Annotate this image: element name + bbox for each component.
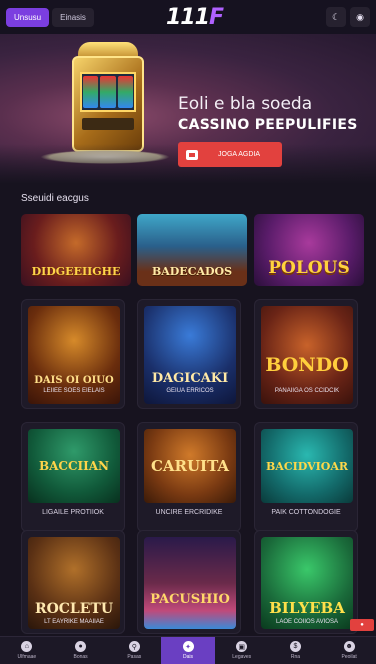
game-card[interactable]: ROCLETU LT EAYRIKE MAAIIAE bbox=[21, 530, 125, 634]
home-icon: ⌂ bbox=[21, 641, 33, 652]
featured-title: BADECADOS bbox=[151, 265, 233, 278]
game-card[interactable]: CARUITA UNCIRE ERCRIDIKE bbox=[137, 422, 241, 532]
game-subtitle: PANAIIGA OS CCIDCIK bbox=[274, 388, 340, 394]
nav-item-search[interactable]: ⚲ Pasas bbox=[107, 637, 161, 664]
game-subtitle: UNCIRE ERCRIDIKE bbox=[155, 509, 223, 516]
coins-illustration bbox=[40, 150, 170, 164]
settings-icon[interactable]: ◉ bbox=[350, 7, 370, 27]
top-icons: ☾ ◉ bbox=[322, 7, 370, 27]
game-subtitle: LEIIEE SOES EIELAIS bbox=[43, 388, 105, 394]
game-title: BACCIIAN bbox=[38, 459, 110, 473]
nav-label: Dais bbox=[183, 654, 194, 660]
logo[interactable]: 111F bbox=[166, 5, 224, 30]
game-subtitle: LIGAILE PROTIIOK bbox=[42, 509, 104, 516]
game-card[interactable]: BACCIIAN LIGAILE PROTIIOK bbox=[21, 422, 125, 532]
game-card[interactable]: DAGICAKI GEIUA ERRICOS bbox=[137, 299, 241, 409]
nav-label: Rna bbox=[290, 654, 301, 660]
game-subtitle: LAOE COIIOS AVIOSA bbox=[276, 619, 338, 625]
featured-tile[interactable]: BADECADOS bbox=[137, 214, 247, 286]
gift-icon: ▣ bbox=[236, 641, 248, 652]
nav-label: Ulfmaae bbox=[17, 654, 37, 660]
game-subtitle: PAIK COTTONDOGIE bbox=[271, 509, 341, 516]
game-title: BONDO bbox=[265, 354, 349, 376]
coin-icon: ● bbox=[75, 641, 87, 652]
live-chat-badge[interactable]: ● bbox=[350, 619, 374, 631]
moon-icon[interactable]: ☾ bbox=[326, 7, 346, 27]
game-title: DAIS OI OIUO bbox=[34, 375, 114, 386]
user-icon: ☻ bbox=[343, 641, 355, 652]
game-card[interactable]: BACIDVIOAR PAIK COTTONDOGIE bbox=[254, 422, 358, 532]
top-bar: Unsusu Einasis 111F ☾ ◉ bbox=[0, 0, 376, 34]
tab-einasis[interactable]: Einasis bbox=[52, 7, 94, 27]
nav-label: Bonas bbox=[73, 654, 88, 660]
section-title: Sseuidi eacgus bbox=[21, 193, 89, 204]
nav-item-promotions[interactable]: ▣ Legaves bbox=[215, 637, 269, 664]
game-title: BILYEBA bbox=[269, 599, 345, 617]
game-card[interactable]: BILYEBA LAOE COIIOS AVIOSA bbox=[254, 530, 358, 634]
nav-item-bonus[interactable]: ● Bonas bbox=[54, 637, 108, 664]
featured-title: DIDGEEIIGHE bbox=[31, 265, 121, 278]
featured-title: POLOUS bbox=[268, 258, 350, 278]
star-icon: ✦ bbox=[182, 641, 194, 652]
slot-machine-illustration bbox=[64, 42, 152, 162]
bottom-nav: ⌂ Ulfmaae ● Bonas ⚲ Pasas ✦ Dais ▣ Legav… bbox=[0, 636, 376, 664]
nav-item-profile[interactable]: ☻ Peoilat bbox=[322, 637, 376, 664]
game-card[interactable]: DAIS OI OIUO LEIIEE SOES EIELAIS bbox=[21, 299, 125, 409]
hero-banner: Eoli e bla soeda CASSINO PEEPULIFIES JOG… bbox=[0, 34, 376, 184]
game-card[interactable]: BONDO PANAIIGA OS CCIDCIK bbox=[254, 299, 358, 409]
hero-cta-button[interactable]: JOGA AGDIA bbox=[178, 142, 282, 167]
game-title: PACUSHIO bbox=[150, 592, 230, 607]
nav-item-home[interactable]: ⌂ Ulfmaae bbox=[0, 637, 54, 664]
game-title: ROCLETU bbox=[34, 601, 114, 617]
nav-label: Peoilat bbox=[341, 654, 357, 660]
hero-subtitle: Eoli e bla soeda bbox=[178, 94, 313, 114]
logo-main: 111 bbox=[166, 5, 210, 30]
game-title: DAGICAKI bbox=[151, 371, 229, 386]
game-card[interactable]: PACUSHIO bbox=[137, 530, 241, 634]
nav-item-games[interactable]: ✦ Dais bbox=[161, 637, 215, 664]
game-title: BACIDVIOAR bbox=[265, 459, 349, 473]
app: Unsusu Einasis 111F ☾ ◉ Eoli e bla soeda… bbox=[0, 0, 376, 664]
tab-unsusu[interactable]: Unsusu bbox=[6, 7, 50, 27]
game-subtitle: GEIUA ERRICOS bbox=[166, 388, 214, 394]
game-title: CARUITA bbox=[150, 457, 230, 475]
featured-tile[interactable]: POLOUS bbox=[254, 214, 364, 286]
hero-title: CASSINO PEEPULIFIES bbox=[178, 117, 358, 133]
nav-label: Legaves bbox=[232, 654, 252, 660]
wallet-icon: $ bbox=[289, 641, 301, 652]
search-icon: ⚲ bbox=[128, 641, 140, 652]
featured-tile[interactable]: DIDGEEIIGHE bbox=[21, 214, 131, 286]
ticket-icon bbox=[186, 149, 198, 160]
game-subtitle: LT EAYRIKE MAAIIAE bbox=[44, 619, 104, 625]
hero-cta-label: JOGA AGDIA bbox=[218, 151, 261, 158]
logo-accent: F bbox=[208, 5, 224, 30]
nav-label: Pasas bbox=[127, 654, 142, 660]
nav-item-wallet[interactable]: $ Rna bbox=[269, 637, 323, 664]
